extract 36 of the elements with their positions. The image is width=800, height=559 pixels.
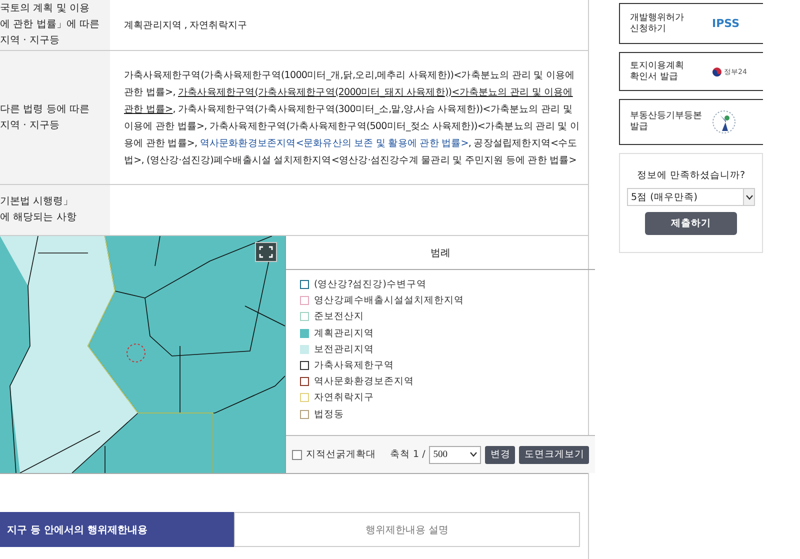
legend-label: 법정동 bbox=[314, 408, 344, 420]
scale-select[interactable]: 500 bbox=[429, 446, 482, 464]
tab[interactable]: 행위제한내용 설명 bbox=[234, 512, 580, 547]
legend-title: 범례 bbox=[286, 236, 596, 270]
emblem-icon bbox=[712, 109, 736, 135]
row-label: 국토의 계획 및 이용 에 관한 법률」에 따른 지역 · 지구등 bbox=[0, 2, 100, 48]
legend-label: 준보전산지 bbox=[314, 310, 364, 324]
legend-label: 계획관리지역 bbox=[314, 326, 374, 340]
legend-label: 자연취락지구 bbox=[314, 391, 374, 404]
row-value: 가축사육제한구역(가축사육제한구역(1000미터_개,닭,오리,메추리 사육제한))<가축분뇨의 관리 및 이용에 관한 법률>, 가축사육제한구역(가축사육제한구역(2000미터_돼지 사육제한))<가축분뇨의 관리 및 이용에 관한 법률>, 가축사육제한구역(가축사육제한구역(300미터_소,말,양,사슴 사육제한))<가축분뇨의 관리 및 이용에 관한 법률>, 가축사육제한구역(가축사육제한구역(500미터_젖소 사육제한))<가축분뇨의 관리 및 이용에 관한 법률>, 역사문화환경보존지역<문화유산의 보존 및 활용에 관한 법률>, 공장설립제한지역<수도법>, (영산강·섬진강)폐수배출시설 설치제한지역<영산강·섬진강수계 물관리 및 주민지원 등에 관한 법률> bbox=[124, 68, 580, 168]
chevron-icon bbox=[746, 194, 752, 200]
legend-label: 가축사육제한구역 bbox=[314, 358, 394, 372]
submit-button[interactable]: 제출하기 bbox=[645, 212, 737, 235]
service-card[interactable]: 부동산등기부등본 발급 bbox=[619, 99, 763, 145]
checkbox[interactable] bbox=[292, 450, 302, 460]
legend-label: 보전관리지역 bbox=[314, 342, 374, 356]
taegeuk-icon bbox=[712, 66, 722, 76]
legend-label: (영산강?섬진강)수변구역 bbox=[314, 278, 426, 291]
checkbox-label: 지적선굵게확대 bbox=[306, 448, 376, 461]
ipss-logo: IPSS bbox=[712, 17, 740, 30]
map-button[interactable]: 변경 bbox=[485, 446, 516, 464]
tab[interactable]: 지구 등 안에서의 행위제한내용 bbox=[0, 512, 234, 547]
service-card[interactable]: 개발행위허가 신청하기 IPSS bbox=[619, 3, 763, 44]
row-label: 다른 법령 등에 따른 지역 · 지구등 bbox=[0, 102, 90, 132]
map-button[interactable]: 도면크게보기 bbox=[519, 446, 590, 464]
fullscreen-button[interactable] bbox=[255, 242, 277, 262]
row-label: 기본법 시행령」 에 해당되는 사항 bbox=[0, 195, 76, 225]
row-value: 계획관리지역 , 자연취락지구 bbox=[124, 18, 248, 32]
caret-icon bbox=[470, 452, 478, 457]
scale-label: 축척 1 / bbox=[390, 448, 426, 461]
legend-label: 영산강폐수배출시설설치제한지역 bbox=[314, 294, 464, 308]
cadastral-map-drawing[interactable] bbox=[0, 236, 285, 473]
legend-label: 역사문화환경보존지역 bbox=[314, 375, 414, 388]
survey-question: 정보에 만족하셨습니까? bbox=[636, 169, 746, 182]
fullscreen-icon bbox=[259, 246, 273, 258]
rating-select[interactable]: 5점 (매우만족) bbox=[627, 188, 755, 206]
